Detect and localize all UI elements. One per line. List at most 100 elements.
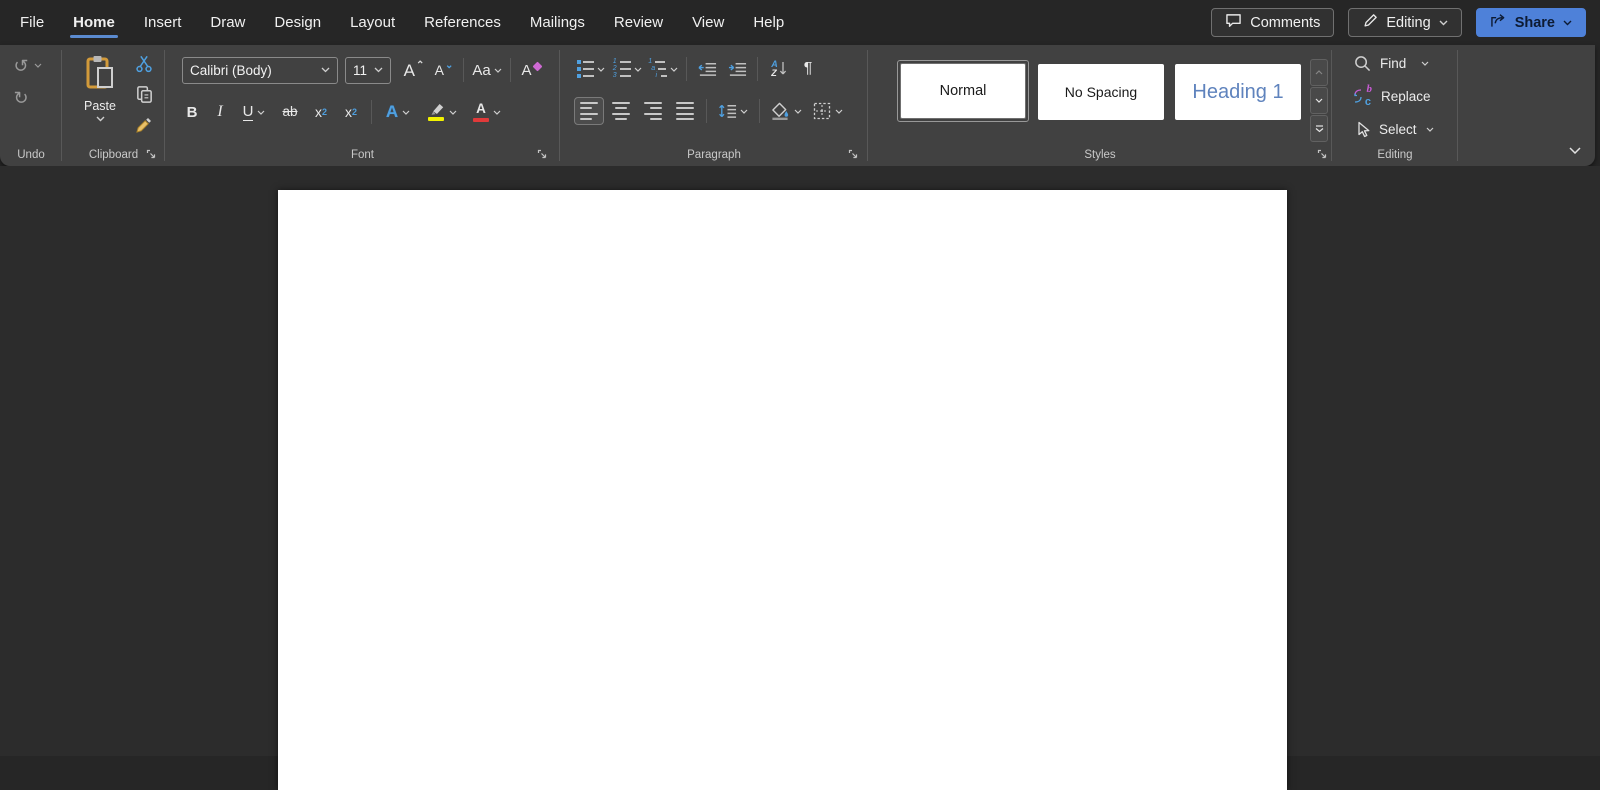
- tab-design[interactable]: Design: [272, 6, 323, 39]
- find-label: Find: [1380, 56, 1406, 71]
- chevron-down-icon: [494, 68, 502, 73]
- tab-review[interactable]: Review: [612, 6, 665, 39]
- font-size-combobox[interactable]: 11: [345, 57, 391, 84]
- align-right-button[interactable]: [638, 97, 668, 125]
- italic-icon: I: [217, 104, 222, 120]
- tab-insert[interactable]: Insert: [142, 6, 184, 39]
- shrink-font-button[interactable]: A ⌄: [429, 57, 459, 84]
- comments-button[interactable]: Comments: [1211, 8, 1334, 37]
- dialog-launcher-icon: [1317, 149, 1328, 160]
- align-center-button[interactable]: [606, 97, 636, 125]
- paste-clipboard-icon: [84, 55, 116, 96]
- select-button[interactable]: Select: [1354, 117, 1434, 141]
- shading-button[interactable]: [766, 97, 806, 125]
- text-highlight-button[interactable]: [420, 98, 464, 126]
- style-card-normal[interactable]: Normal: [900, 63, 1026, 119]
- tab-layout[interactable]: Layout: [348, 6, 397, 39]
- chevron-down-icon: [374, 67, 383, 73]
- font-name-combobox[interactable]: Calibri (Body): [182, 57, 338, 84]
- style-card-no-spacing[interactable]: No Spacing: [1038, 64, 1164, 120]
- tab-references[interactable]: References: [422, 6, 503, 39]
- font-name-value: Calibri (Body): [190, 63, 272, 78]
- copy-button[interactable]: [130, 82, 158, 107]
- paste-button[interactable]: Paste: [76, 51, 124, 147]
- clipboard-dialog-launcher[interactable]: [144, 147, 159, 161]
- numbering-button[interactable]: 1 2 3: [610, 56, 644, 82]
- chevron-down-icon: [449, 110, 457, 115]
- format-painter-button[interactable]: [130, 113, 158, 138]
- cursor-arrow-icon: [1354, 121, 1370, 138]
- font-dialog-launcher[interactable]: [535, 147, 550, 161]
- strikethrough-button[interactable]: ab: [275, 98, 305, 126]
- style-name: Normal: [940, 83, 987, 99]
- borders-button[interactable]: [808, 97, 848, 125]
- sort-button[interactable]: AZ: [764, 56, 794, 82]
- ribbon-tabs: File Home Insert Draw Design Layout Refe…: [0, 6, 786, 39]
- italic-button[interactable]: I: [207, 98, 233, 126]
- increase-indent-button[interactable]: [723, 56, 751, 82]
- tab-view[interactable]: View: [690, 6, 726, 39]
- tab-help[interactable]: Help: [751, 6, 786, 39]
- styles-gallery-more-button[interactable]: [1310, 115, 1328, 142]
- chevron-down-icon: [1569, 147, 1581, 154]
- numbering-icon: 1 2 3: [612, 60, 631, 78]
- styles-scroll-up-button[interactable]: [1310, 59, 1328, 86]
- align-right-icon: [644, 102, 662, 120]
- font-size-value: 11: [353, 63, 367, 78]
- undo-dropdown-chevron-icon[interactable]: [34, 63, 42, 68]
- change-case-button[interactable]: Aa: [468, 57, 506, 84]
- superscript-icon: x: [345, 105, 352, 119]
- tab-file[interactable]: File: [18, 6, 46, 39]
- show-formatting-marks-button[interactable]: ¶: [796, 56, 820, 82]
- redo-button[interactable]: ↻: [8, 85, 34, 110]
- styles-group-label: Styles: [868, 149, 1332, 161]
- tab-home[interactable]: Home: [71, 6, 117, 39]
- replace-button[interactable]: b c Replace: [1354, 84, 1431, 108]
- format-painter-icon: [134, 117, 154, 135]
- superscript-button[interactable]: x2: [337, 98, 365, 126]
- group-font: Calibri (Body) 11 A ⌃ A ⌄ Aa A: [165, 45, 560, 166]
- cut-button[interactable]: [130, 51, 158, 76]
- decrease-indent-icon: [698, 61, 717, 77]
- grow-font-button[interactable]: A ⌃: [399, 57, 429, 84]
- justify-button[interactable]: [670, 97, 700, 125]
- underline-icon: U: [243, 104, 254, 121]
- paste-label: Paste: [84, 99, 116, 113]
- tab-mailings[interactable]: Mailings: [528, 6, 587, 39]
- clear-formatting-button[interactable]: A: [515, 57, 547, 84]
- group-undo: ↺ ↻ Undo: [0, 45, 62, 166]
- underline-button[interactable]: U: [235, 98, 273, 126]
- font-color-button[interactable]: A: [466, 98, 508, 126]
- chevron-down-icon: [670, 67, 678, 72]
- styles-scroll-down-button[interactable]: [1310, 87, 1328, 114]
- undo-button[interactable]: ↺: [8, 53, 34, 78]
- chevron-down-icon: [257, 110, 265, 115]
- multilevel-list-button[interactable]: 1 a i: [646, 56, 680, 82]
- styles-dialog-launcher[interactable]: [1315, 147, 1330, 161]
- borders-icon: [813, 102, 831, 120]
- highlighter-icon: [427, 103, 445, 121]
- document-page[interactable]: [278, 190, 1287, 790]
- line-spacing-button[interactable]: [713, 97, 753, 125]
- bullets-button[interactable]: [574, 56, 608, 82]
- find-button[interactable]: Find: [1354, 51, 1429, 75]
- chevron-down-icon: [1421, 61, 1429, 66]
- grow-font-icon: A: [404, 62, 415, 79]
- align-left-button[interactable]: [574, 97, 604, 125]
- chevron-up-icon: [1315, 70, 1323, 75]
- style-name: Heading 1: [1192, 81, 1283, 104]
- align-center-icon: [612, 102, 630, 120]
- comment-bubble-icon: [1225, 13, 1242, 32]
- share-button[interactable]: Share: [1476, 8, 1586, 37]
- text-effects-button[interactable]: A: [378, 98, 418, 126]
- collapse-ribbon-button[interactable]: [1569, 141, 1581, 159]
- style-card-heading-1[interactable]: Heading 1: [1175, 64, 1301, 120]
- tab-draw[interactable]: Draw: [208, 6, 247, 39]
- subscript-button[interactable]: x2: [307, 98, 335, 126]
- bold-button[interactable]: B: [179, 98, 205, 126]
- editing-mode-button[interactable]: Editing: [1348, 8, 1461, 37]
- paragraph-dialog-launcher[interactable]: [846, 147, 861, 161]
- decrease-indent-button[interactable]: [693, 56, 721, 82]
- strikethrough-icon: ab: [282, 105, 297, 119]
- multilevel-list-icon: 1 a i: [648, 60, 668, 78]
